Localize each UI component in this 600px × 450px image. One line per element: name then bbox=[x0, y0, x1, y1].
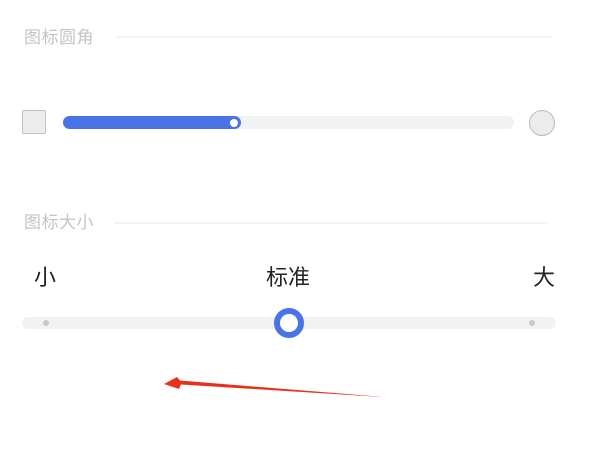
icon-size-divider bbox=[114, 222, 548, 224]
square-corner-icon bbox=[22, 110, 46, 134]
icon-size-label-standard[interactable]: 标准 bbox=[266, 268, 310, 290]
round-corner-icon bbox=[529, 110, 555, 136]
icon-size-slider[interactable] bbox=[22, 308, 556, 338]
icon-size-label-small[interactable]: 小 bbox=[34, 268, 56, 290]
icon-size-slider-thumb[interactable] bbox=[274, 308, 304, 338]
icon-corner-divider bbox=[116, 36, 552, 38]
icon-size-title: 图标大小 bbox=[24, 213, 94, 233]
icon-corner-slider-fill bbox=[63, 116, 241, 129]
icon-size-label-large[interactable]: 大 bbox=[533, 268, 555, 290]
icon-corner-slider[interactable] bbox=[63, 116, 514, 129]
icon-size-stop-small[interactable] bbox=[43, 320, 49, 326]
icon-size-stop-large[interactable] bbox=[529, 320, 535, 326]
icon-corner-slider-thumb[interactable] bbox=[230, 118, 238, 127]
icon-corner-title: 图标圆角 bbox=[24, 28, 94, 48]
annotation-arrow-shape bbox=[164, 377, 383, 397]
